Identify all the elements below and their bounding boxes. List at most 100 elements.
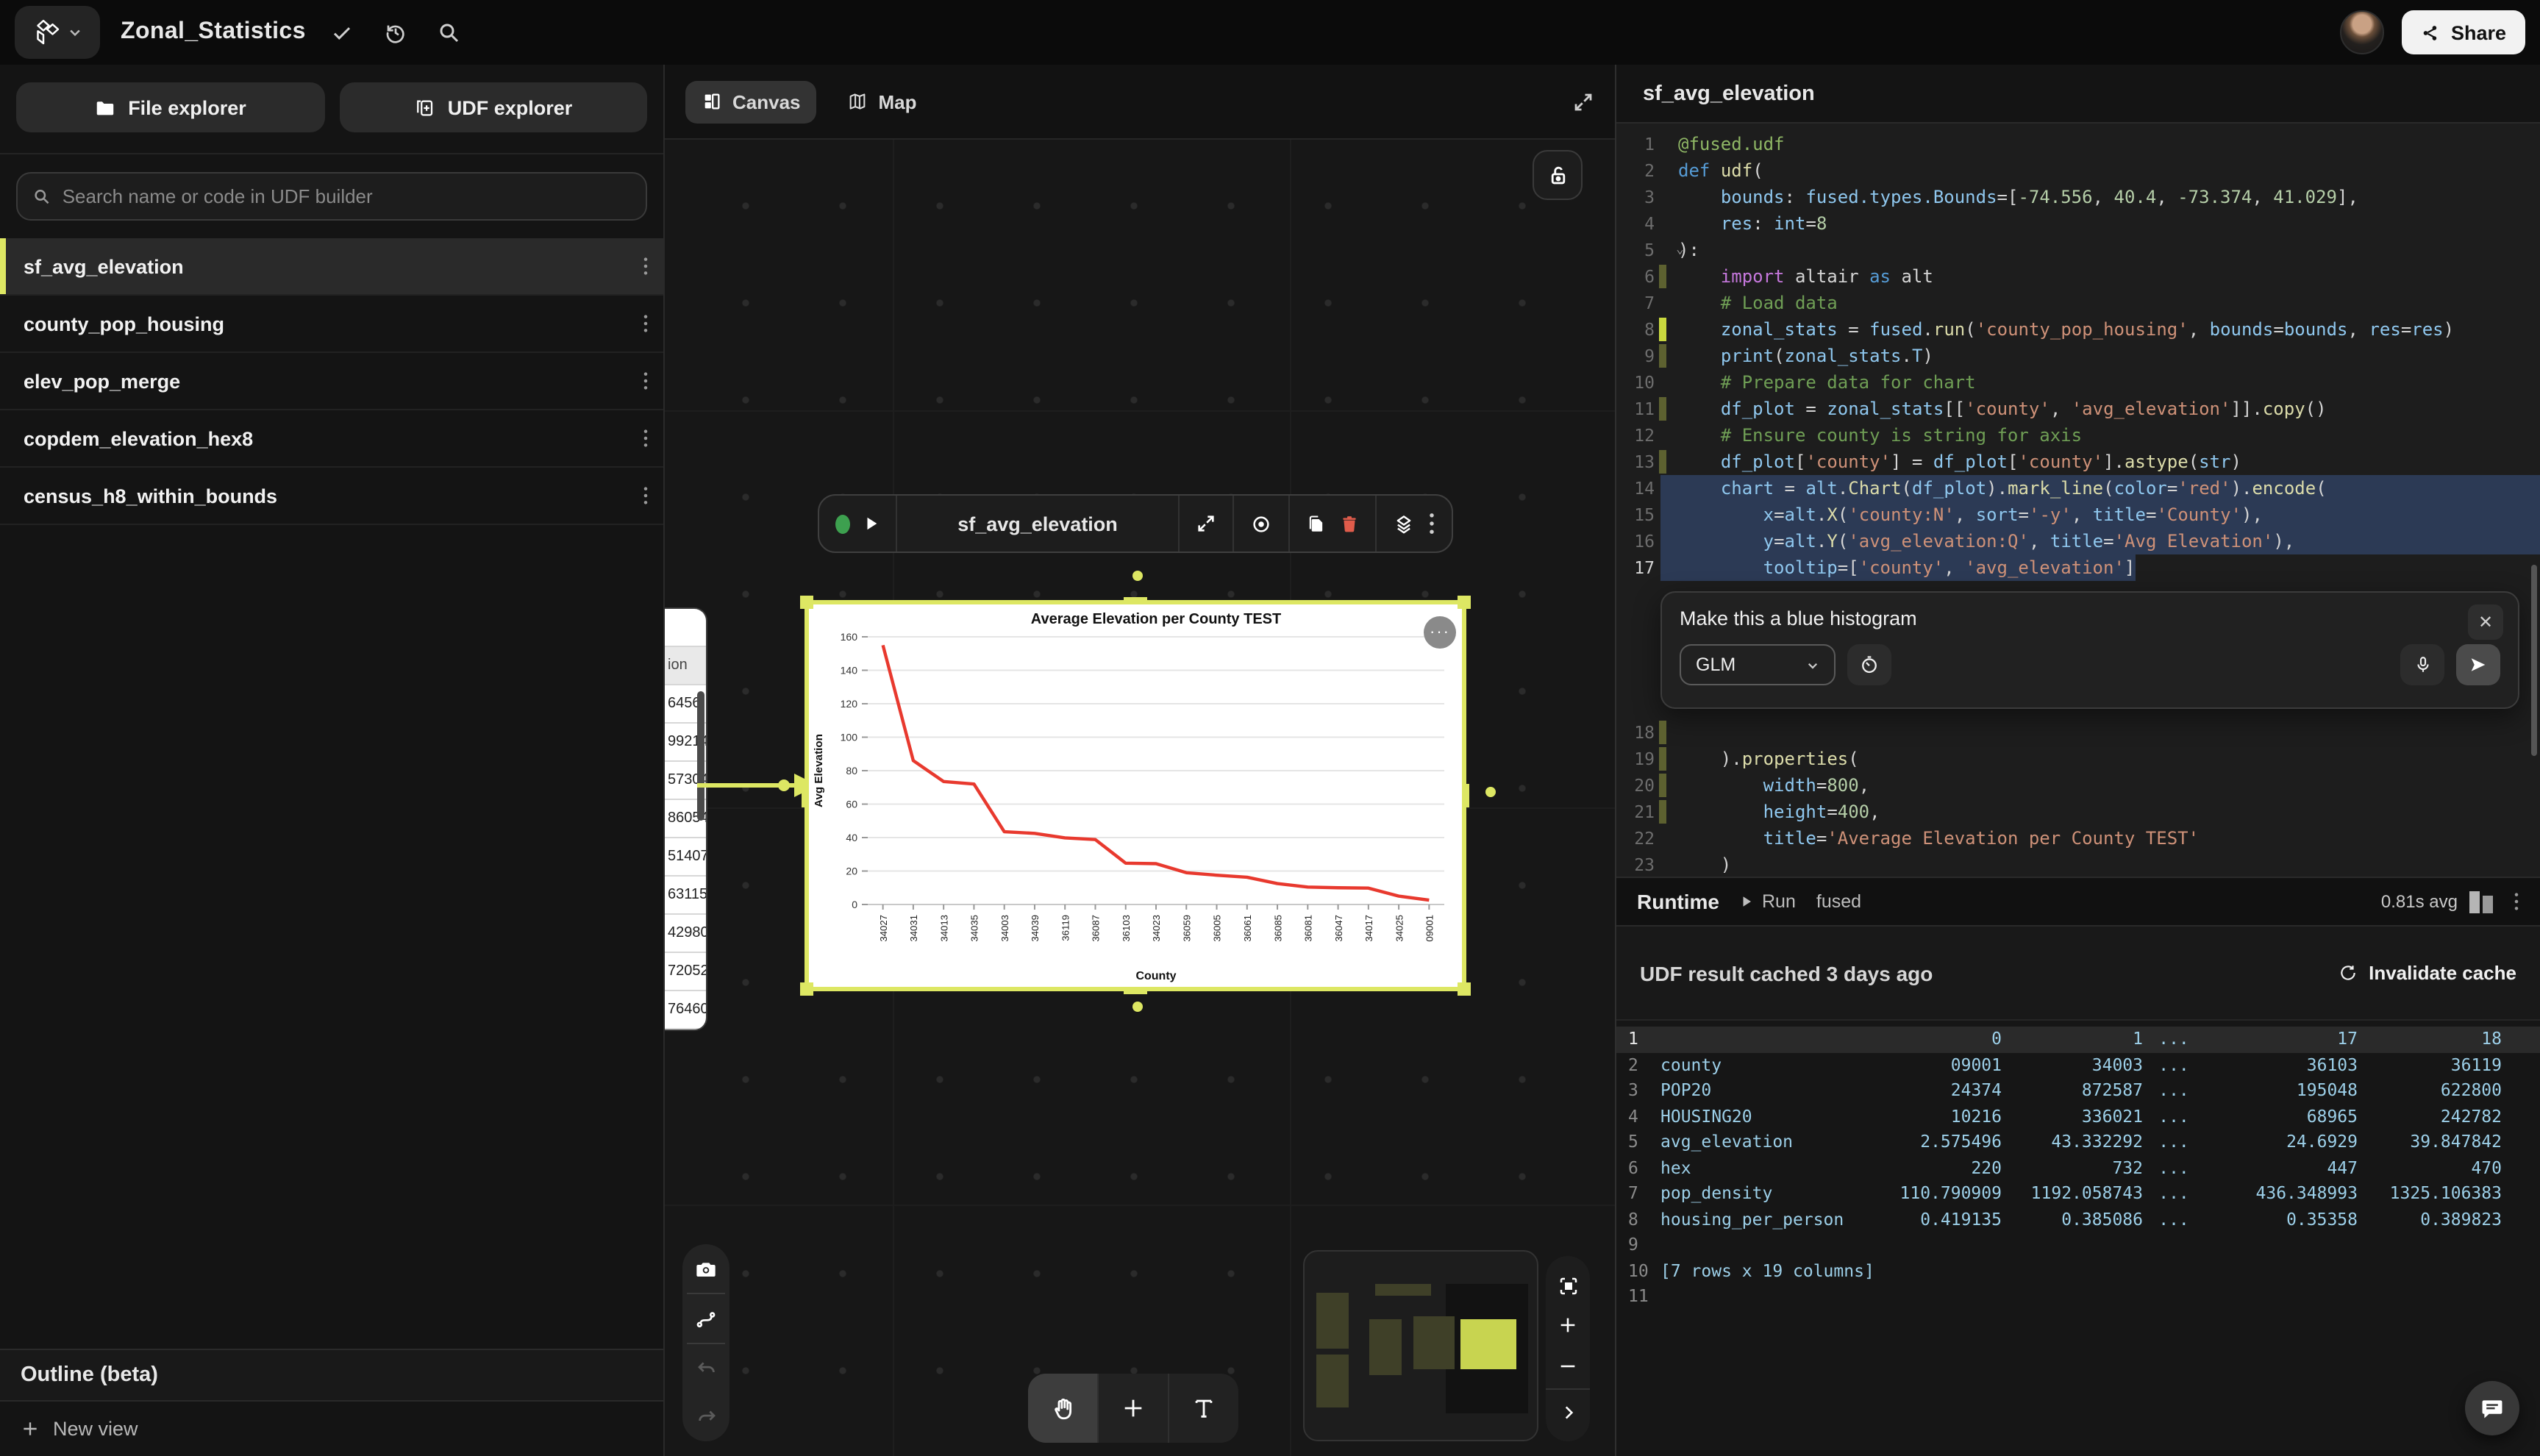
udf-item-label: copdem_elevation_hex8 <box>24 427 254 449</box>
udf-result-console[interactable]: 1 0 1... 17 18 2 county 09001 34003... 36103 36119… <box>1616 1021 2540 1456</box>
code-editor[interactable]: 1 @fused.udf 2 def udf(3 bounds: fused.type… <box>1616 124 2540 877</box>
code-line-15[interactable]: 15 x=alt.X('county:N', sort='-y', title=… <box>1616 502 2540 528</box>
send-prompt-button[interactable] <box>2456 644 2500 685</box>
unlock-icon <box>1550 165 1565 184</box>
screenshot-button[interactable] <box>682 1244 729 1293</box>
close-prompt-button[interactable]: ✕ <box>2468 604 2503 640</box>
expand-canvas-icon[interactable] <box>1572 90 1594 113</box>
editor-scrollbar[interactable] <box>2531 565 2537 756</box>
model-select[interactable]: GLM <box>1680 644 1836 685</box>
code-line-4[interactable]: 4 res: int=8 <box>1616 210 2540 237</box>
item-kebab-menu[interactable] <box>643 428 649 449</box>
code-line-20[interactable]: 20 width=800, <box>1616 772 2540 799</box>
text-tool-button[interactable] <box>1169 1374 1238 1443</box>
anchor-dot-right[interactable] <box>1485 787 1496 797</box>
run-button[interactable]: Run <box>1740 891 1796 912</box>
ai-prompt-box[interactable]: Make this a blue histogram ✕ GLM <box>1660 591 2519 709</box>
item-kebab-menu[interactable] <box>643 485 649 506</box>
resize-handle-sw[interactable] <box>800 982 813 996</box>
share-label: Share <box>2450 21 2506 43</box>
item-kebab-menu[interactable] <box>643 313 649 334</box>
undo-button[interactable] <box>682 1344 729 1393</box>
delete-icon[interactable] <box>1340 513 1359 535</box>
voice-input-button[interactable] <box>2400 644 2444 685</box>
redo-button[interactable] <box>682 1393 729 1441</box>
prompt-history-button[interactable] <box>1847 644 1891 685</box>
code-line-17[interactable]: 17 tooltip=['county', 'avg_elevation'] <box>1616 554 2540 581</box>
code-line-18[interactable]: 18 <box>1616 719 2540 746</box>
new-view-button[interactable]: New view <box>0 1402 663 1456</box>
sidebar-item-elev_pop_merge[interactable]: elev_pop_merge <box>0 353 663 410</box>
visibility-icon[interactable] <box>1250 513 1272 535</box>
search-input[interactable] <box>62 185 631 207</box>
code-line-2[interactable]: 2 def udf( <box>1616 157 2540 184</box>
add-widget-tool-button[interactable] <box>1099 1374 1169 1443</box>
code-line-23[interactable]: 23 ) <box>1616 852 2540 877</box>
code-line-22[interactable]: 22 title='Average Elevation per County T… <box>1616 825 2540 852</box>
anchor-dot-top[interactable] <box>1132 571 1143 581</box>
connector-tool-button[interactable] <box>682 1294 729 1343</box>
console-row-6: 6 hex 220 732... 447 470 <box>1628 1157 2502 1177</box>
code-line-16[interactable]: 16 y=alt.Y('avg_elevation:Q', title='Avg… <box>1616 528 2540 554</box>
sidebar-item-copdem_elevation_hex8[interactable]: copdem_elevation_hex8 <box>0 410 663 468</box>
code-line-11[interactable]: 11 df_plot = zonal_stats[['county', 'avg… <box>1616 396 2540 422</box>
code-line-19[interactable]: 19 ).properties( <box>1616 746 2540 772</box>
resize-handle-ne[interactable] <box>1458 596 1471 609</box>
line-number: 2 <box>1644 160 1655 181</box>
sidebar-item-county_pop_housing[interactable]: county_pop_housing <box>0 296 663 353</box>
run-widget-button[interactable] <box>863 515 880 532</box>
code-line-14[interactable]: 14 chart = alt.Chart(df_plot).mark_line(… <box>1616 475 2540 502</box>
file-explorer-button[interactable]: File explorer <box>16 82 324 132</box>
share-button[interactable]: Share <box>2402 10 2525 54</box>
tab-map[interactable]: Map <box>832 80 933 123</box>
code-line-1[interactable]: 1 @fused.udf <box>1616 131 2540 157</box>
zoom-out-button[interactable] <box>1546 1348 1590 1383</box>
sidebar-item-census_h8_within_bounds[interactable]: census_h8_within_bounds <box>0 468 663 525</box>
code-line-5[interactable]: 5 ⌄): <box>1616 237 2540 263</box>
panel-collapse-button[interactable] <box>1546 1394 1590 1430</box>
tab-canvas[interactable]: Canvas <box>685 80 817 123</box>
resize-handle-nw[interactable] <box>800 596 813 609</box>
code-line-9[interactable]: 9 print(zonal_stats.T) <box>1616 343 2540 369</box>
table-scrollbar[interactable] <box>697 691 704 821</box>
code-line-12[interactable]: 12 # Ensure county is string for axis <box>1616 422 2540 449</box>
feedback-chat-button[interactable] <box>2465 1381 2519 1435</box>
code-line-10[interactable]: 10 # Prepare data for chart <box>1616 369 2540 396</box>
item-kebab-menu[interactable] <box>643 256 649 276</box>
duplicate-icon[interactable] <box>1306 513 1327 535</box>
anchor-dot-bottom[interactable] <box>1132 1002 1143 1012</box>
canvas-minimap[interactable] <box>1303 1250 1538 1441</box>
vega-actions-menu[interactable]: ··· <box>1424 616 1456 649</box>
code-line-13[interactable]: 13 df_plot['county'] = df_plot['county']… <box>1616 449 2540 475</box>
runtime-kebab-menu[interactable] <box>2514 891 2519 912</box>
invalidate-cache-button[interactable]: Invalidate cache <box>2338 962 2516 984</box>
user-avatar[interactable] <box>2340 10 2385 54</box>
resize-handle-w[interactable] <box>802 784 807 807</box>
widget-kebab-menu[interactable] <box>1428 512 1435 535</box>
zoom-in-button[interactable] <box>1546 1308 1590 1343</box>
item-kebab-menu[interactable] <box>643 371 649 391</box>
resize-handle-n[interactable] <box>1124 597 1147 603</box>
udf-explorer-button[interactable]: UDF explorer <box>339 82 647 132</box>
fit-view-button[interactable] <box>1546 1268 1590 1303</box>
search-icon[interactable] <box>424 7 474 57</box>
resize-handle-se[interactable] <box>1458 982 1471 996</box>
unlock-button[interactable] <box>1533 150 1583 200</box>
hand-tool-button[interactable] <box>1028 1374 1099 1443</box>
resize-handle-s[interactable] <box>1124 988 1147 994</box>
chart-widget[interactable]: 0 20 40 60 80 100 120 140 160 34027 34031 34013 3403… <box>800 596 1471 996</box>
udf-search[interactable] <box>16 172 647 221</box>
table-widget-partial[interactable]: ion 6456 99214 57304 86054 51407 63115 42980 720… <box>665 609 706 1029</box>
code-line-21[interactable]: 21 height=400, <box>1616 799 2540 825</box>
code-line-7[interactable]: 7 # Load data <box>1616 290 2540 316</box>
history-icon[interactable] <box>371 7 421 57</box>
code-line-6[interactable]: 6 import altair as alt <box>1616 263 2540 290</box>
code-line-8[interactable]: 8 zonal_stats = fused.run('county_pop_ho… <box>1616 316 2540 343</box>
layers-icon[interactable] <box>1393 513 1415 535</box>
resize-handle-e[interactable] <box>1463 784 1469 807</box>
sidebar-item-sf_avg_elevation[interactable]: sf_avg_elevation <box>0 238 663 296</box>
app-logo-menu[interactable] <box>15 6 100 59</box>
expand-widget-icon[interactable] <box>1196 513 1216 534</box>
console-row-7: 7 pop_density 110.790909 1192.058743... 436.… <box>1628 1182 2502 1203</box>
code-line-3[interactable]: 3 bounds: fused.types.Bounds=[-74.556, 4… <box>1616 184 2540 210</box>
